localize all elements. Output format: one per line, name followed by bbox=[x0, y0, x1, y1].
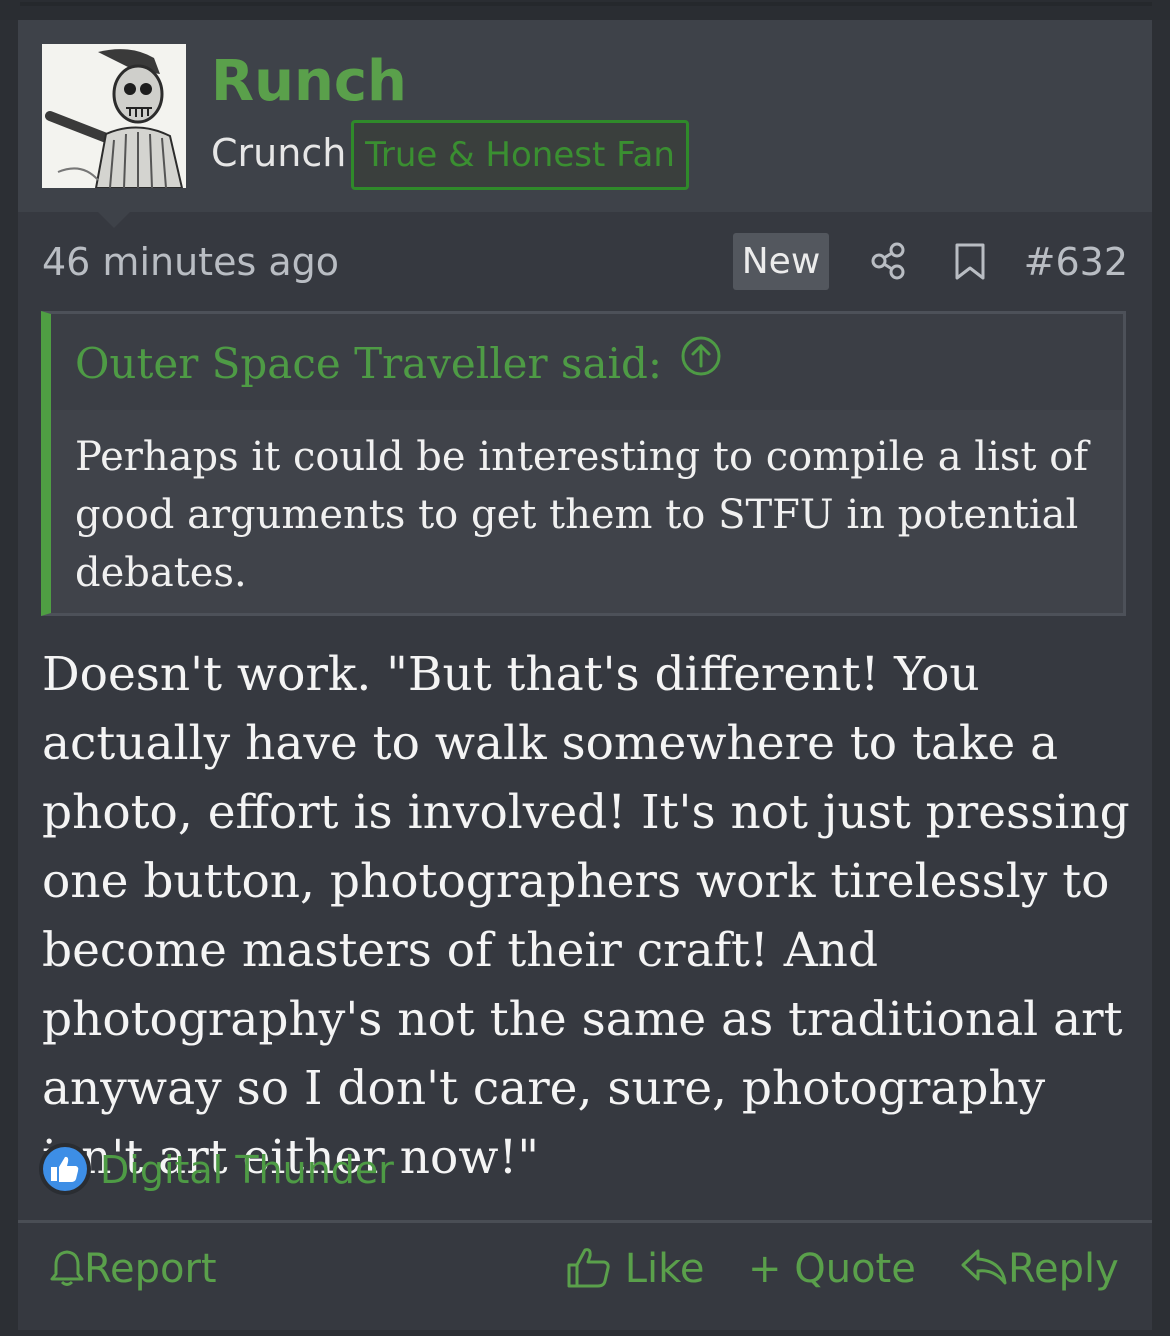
post-actions: Report Like + Quote Reply bbox=[18, 1220, 1152, 1333]
thumbs-up-icon bbox=[566, 1246, 612, 1292]
quote-text: Perhaps it could be interesting to compi… bbox=[75, 434, 1089, 596]
quote-button[interactable]: + Quote bbox=[748, 1237, 916, 1301]
share-icon[interactable] bbox=[870, 242, 906, 280]
quote-author[interactable]: Outer Space Traveller said: bbox=[75, 339, 662, 388]
user-banner: True & Honest Fan bbox=[351, 120, 689, 190]
report-button[interactable]: Report bbox=[50, 1237, 217, 1301]
user-avatar[interactable] bbox=[42, 44, 186, 188]
avatar-drawing bbox=[42, 44, 186, 188]
report-label: Report bbox=[84, 1246, 217, 1292]
user-title: Crunch bbox=[211, 131, 347, 175]
reply-button[interactable]: Reply bbox=[960, 1237, 1119, 1301]
bell-icon bbox=[50, 1246, 84, 1292]
new-badge: New bbox=[733, 233, 829, 290]
reply-label: Reply bbox=[1008, 1246, 1119, 1292]
up-arrow-icon[interactable] bbox=[680, 313, 722, 413]
post-timestamp[interactable]: 46 minutes ago bbox=[42, 232, 339, 292]
quote-block: Outer Space Traveller said: Perhaps it c… bbox=[41, 311, 1126, 616]
reply-arrow-icon bbox=[960, 1246, 1008, 1292]
quote-header[interactable]: Outer Space Traveller said: bbox=[51, 314, 1123, 410]
like-label: Like bbox=[624, 1246, 705, 1292]
header-notch bbox=[98, 212, 130, 228]
post-message: Doesn't work. "But that's different! You… bbox=[42, 647, 1130, 1185]
like-button[interactable]: Like bbox=[566, 1237, 704, 1301]
top-strip bbox=[0, 0, 1170, 20]
user-header: Runch Crunch True & Honest Fan bbox=[18, 20, 1152, 228]
username[interactable]: Runch bbox=[211, 48, 407, 116]
post-number[interactable]: #632 bbox=[1024, 232, 1128, 292]
bookmark-icon[interactable] bbox=[954, 243, 986, 281]
like-reaction-icon[interactable] bbox=[38, 1142, 92, 1196]
reaction-users[interactable]: Digital Thunder bbox=[100, 1142, 394, 1198]
forum-post: Runch Crunch True & Honest Fan 46 minute… bbox=[18, 20, 1152, 1330]
